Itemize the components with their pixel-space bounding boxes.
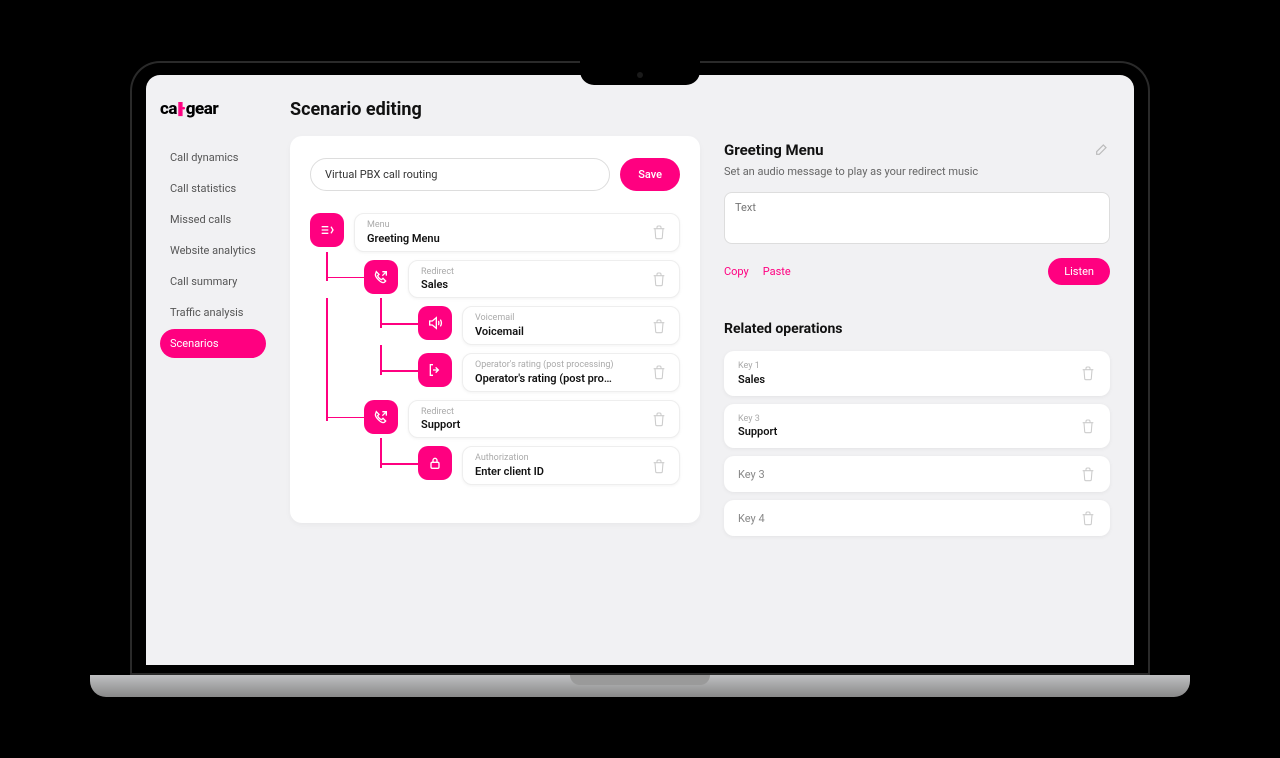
node-enter-client-id[interactable]: Authorization Enter client ID bbox=[310, 446, 680, 485]
operation-row-key1[interactable]: Key 1 Sales bbox=[724, 351, 1110, 396]
page-title: Scenario editing bbox=[290, 99, 700, 120]
node-title-label: Support bbox=[421, 418, 651, 431]
operation-label: Support bbox=[738, 425, 777, 438]
trash-icon[interactable] bbox=[651, 411, 667, 427]
paste-button[interactable]: Paste bbox=[763, 265, 791, 278]
operation-row-key3-support[interactable]: Key 3 Support bbox=[724, 404, 1110, 449]
app-screen: ca|||·gear Call dynamics Call statistics… bbox=[146, 75, 1134, 665]
operation-row-key4-empty[interactable]: Key 4 bbox=[724, 500, 1110, 536]
sidebar-item-call-summary[interactable]: Call summary bbox=[160, 267, 266, 296]
sidebar-item-call-statistics[interactable]: Call statistics bbox=[160, 174, 266, 203]
trash-icon[interactable] bbox=[651, 224, 667, 240]
node-title-label: Enter client ID bbox=[475, 465, 651, 478]
related-operations-title: Related operations bbox=[724, 321, 1110, 337]
node-title-label: Operator's rating (post pro… bbox=[475, 372, 651, 385]
node-type-label: Redirect bbox=[421, 267, 651, 279]
node-operators-rating[interactable]: Operator's rating (post processing) Oper… bbox=[310, 353, 680, 392]
phone-redirect-icon bbox=[364, 400, 398, 434]
operation-key-label: Key 3 bbox=[738, 414, 777, 426]
node-type-label: Voicemail bbox=[475, 313, 651, 325]
screen-bezel: ca|||·gear Call dynamics Call statistics… bbox=[130, 61, 1150, 675]
app-logo: ca|||·gear bbox=[160, 99, 266, 119]
camera-notch bbox=[580, 61, 700, 85]
panel-title: Greeting Menu bbox=[724, 141, 978, 159]
sidebar-item-missed-calls[interactable]: Missed calls bbox=[160, 205, 266, 234]
node-title-label: Sales bbox=[421, 278, 651, 291]
node-title-label: Greeting Menu bbox=[367, 232, 651, 245]
operation-label: Key 4 bbox=[738, 512, 765, 525]
sidebar-item-scenarios[interactable]: Scenarios bbox=[160, 329, 266, 358]
trash-icon[interactable] bbox=[651, 458, 667, 474]
listen-button[interactable]: Listen bbox=[1048, 258, 1110, 285]
greeting-text-input[interactable] bbox=[724, 192, 1110, 244]
sidebar-item-call-dynamics[interactable]: Call dynamics bbox=[160, 143, 266, 172]
speaker-icon bbox=[418, 306, 452, 340]
node-voicemail[interactable]: Voicemail Voicemail bbox=[310, 306, 680, 345]
trash-icon[interactable] bbox=[1080, 365, 1096, 381]
operation-row-key3-empty[interactable]: Key 3 bbox=[724, 456, 1110, 492]
main-area: Scenario editing Save bbox=[276, 75, 1134, 665]
lock-icon bbox=[418, 446, 452, 480]
node-greeting-menu[interactable]: Menu Greeting Menu bbox=[310, 213, 680, 252]
node-support[interactable]: Redirect Support bbox=[310, 400, 680, 439]
copy-button[interactable]: Copy bbox=[724, 265, 749, 278]
laptop-base bbox=[90, 675, 1190, 697]
trash-icon[interactable] bbox=[1080, 466, 1096, 482]
operation-label: Key 3 bbox=[738, 468, 765, 481]
detail-panel: Greeting Menu Set an audio message to pl… bbox=[724, 99, 1110, 665]
edit-icon[interactable] bbox=[1094, 141, 1110, 157]
trash-icon[interactable] bbox=[1080, 510, 1096, 526]
node-sales[interactable]: Redirect Sales bbox=[310, 260, 680, 299]
scenario-card: Save Menu bbox=[290, 136, 700, 523]
menu-icon bbox=[310, 213, 344, 247]
sidebar-item-traffic-analysis[interactable]: Traffic analysis bbox=[160, 298, 266, 327]
node-type-label: Operator's rating (post processing) bbox=[475, 360, 651, 372]
sidebar-item-website-analytics[interactable]: Website analytics bbox=[160, 236, 266, 265]
logout-icon bbox=[418, 353, 452, 387]
operation-label: Sales bbox=[738, 373, 765, 386]
sidebar: ca|||·gear Call dynamics Call statistics… bbox=[146, 75, 276, 665]
panel-subtitle: Set an audio message to play as your red… bbox=[724, 165, 978, 178]
operation-key-label: Key 1 bbox=[738, 361, 765, 373]
scenario-column: Scenario editing Save bbox=[290, 99, 700, 665]
logo-text-left: ca bbox=[160, 99, 177, 119]
scenario-name-input[interactable] bbox=[310, 158, 610, 191]
node-type-label: Redirect bbox=[421, 407, 651, 419]
trash-icon[interactable] bbox=[1080, 418, 1096, 434]
scenario-tree: Menu Greeting Menu bbox=[310, 213, 680, 485]
save-button[interactable]: Save bbox=[620, 158, 680, 191]
logo-text-right: gear bbox=[186, 99, 218, 119]
node-type-label: Menu bbox=[367, 220, 651, 232]
trash-icon[interactable] bbox=[651, 271, 667, 287]
trash-icon[interactable] bbox=[651, 364, 667, 380]
phone-redirect-icon bbox=[364, 260, 398, 294]
node-title-label: Voicemail bbox=[475, 325, 651, 338]
node-type-label: Authorization bbox=[475, 453, 651, 465]
trash-icon[interactable] bbox=[651, 318, 667, 334]
laptop-frame: ca|||·gear Call dynamics Call statistics… bbox=[130, 61, 1150, 697]
